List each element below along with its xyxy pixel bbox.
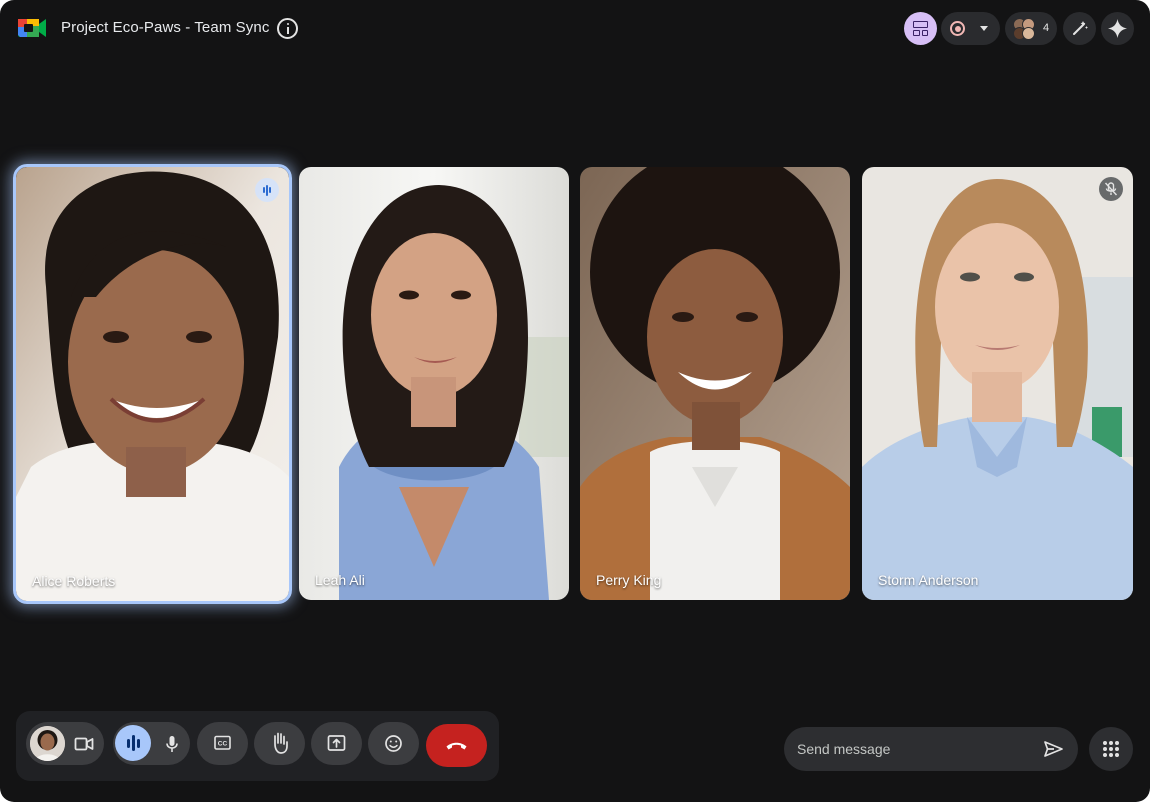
participant-video	[299, 167, 569, 600]
layout-icon-part	[921, 29, 928, 36]
participant-tile-leah-ali[interactable]: Leah Ali	[299, 167, 569, 600]
participant-name: Storm Anderson	[878, 572, 979, 588]
effects-wand-icon	[1073, 21, 1088, 35]
speaking-indicator-icon	[255, 178, 279, 202]
mic-off-icon	[1099, 177, 1123, 201]
participant-name: Perry King	[596, 572, 662, 588]
meeting-controls: CC	[16, 711, 499, 781]
present-screen-button[interactable]	[311, 722, 362, 765]
captions-button[interactable]: CC	[197, 722, 248, 765]
raise-hand-button[interactable]	[254, 722, 305, 765]
participant-tile-storm-anderson[interactable]: Storm Anderson	[862, 167, 1133, 600]
end-call-button[interactable]	[426, 724, 487, 767]
participant-name: Alice Roberts	[32, 573, 116, 589]
participant-video	[580, 167, 850, 600]
effects-button[interactable]	[1063, 12, 1096, 45]
participant-name: Leah Ali	[315, 572, 365, 588]
message-input[interactable]	[797, 738, 1027, 760]
people-button[interactable]: 4	[1005, 12, 1057, 45]
record-button[interactable]	[941, 12, 1000, 45]
meeting-title: Project Eco-Paws - Team Sync	[61, 19, 270, 36]
end-call-icon	[446, 742, 467, 750]
emoji-reaction-button[interactable]	[368, 722, 419, 765]
svg-text:CC: CC	[218, 741, 228, 748]
layout-icon	[913, 21, 928, 28]
info-icon[interactable]	[277, 18, 298, 39]
participant-tile-perry-king[interactable]: Perry King	[580, 167, 850, 600]
participant-tile-alice-roberts[interactable]: Alice Roberts	[13, 164, 292, 604]
gemini-sparkle-icon	[1108, 19, 1127, 38]
speaking-indicator-icon	[115, 725, 151, 761]
send-icon[interactable]	[1042, 738, 1064, 760]
camera-icon	[74, 737, 94, 751]
emoji-icon	[385, 735, 402, 752]
captions-icon: CC	[214, 735, 231, 750]
top-bar: Project Eco-Paws - Team Sync 4	[0, 0, 1150, 58]
raise-hand-icon	[274, 732, 288, 754]
microphone-icon	[166, 736, 178, 752]
meet-window: Project Eco-Paws - Team Sync 4 Alice Rob…	[0, 0, 1150, 802]
layout-icon-part	[913, 29, 920, 36]
avatar	[1022, 27, 1035, 40]
layout-button[interactable]	[904, 12, 937, 45]
chevron-down-icon[interactable]	[980, 26, 988, 31]
participant-video	[862, 167, 1133, 600]
present-screen-icon	[327, 735, 346, 751]
apps-grid-button[interactable]	[1089, 727, 1133, 771]
participant-video	[16, 167, 289, 601]
camera-toggle[interactable]	[26, 722, 104, 765]
self-preview-avatar	[30, 726, 65, 761]
record-icon	[950, 21, 965, 36]
microphone-toggle[interactable]	[113, 722, 190, 765]
meet-logo-icon	[18, 19, 46, 37]
chat-message-box	[784, 727, 1078, 771]
participant-count: 4	[1043, 22, 1050, 34]
gemini-button[interactable]	[1101, 12, 1134, 45]
